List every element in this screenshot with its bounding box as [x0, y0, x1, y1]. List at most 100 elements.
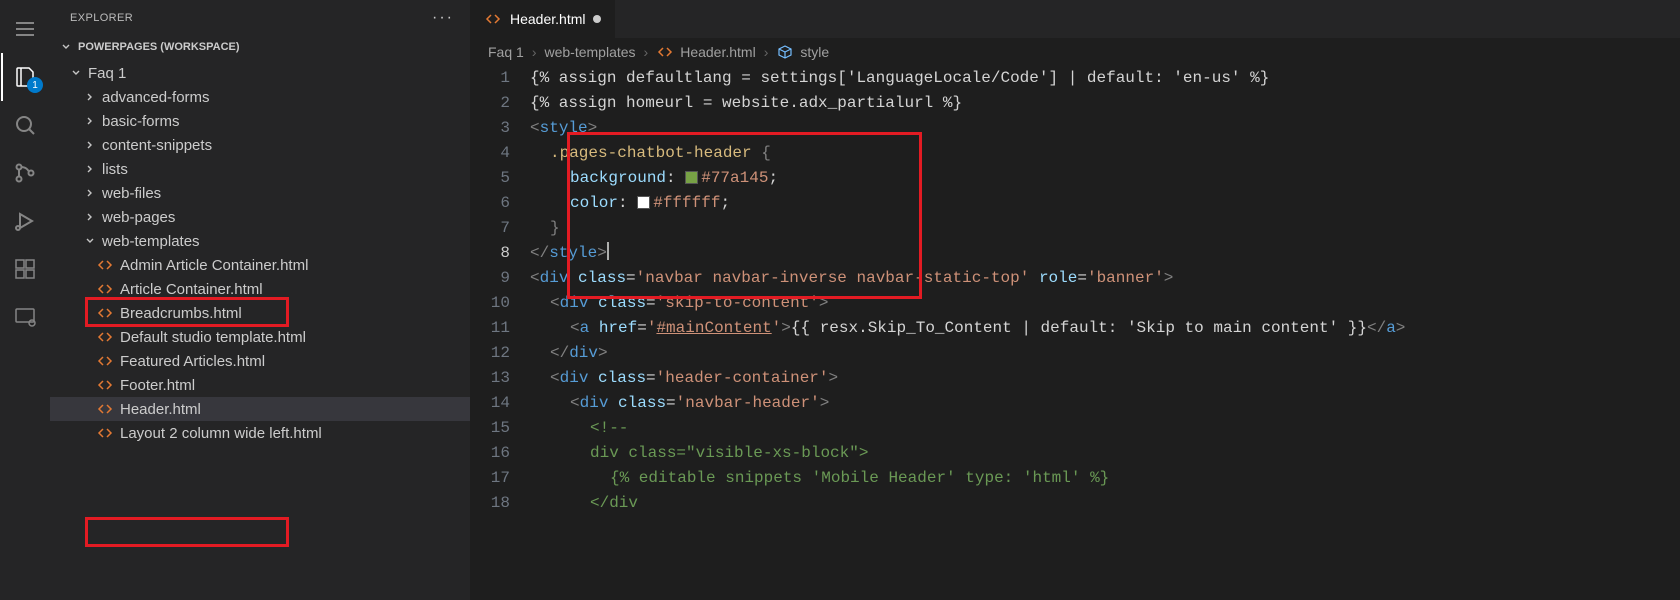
tree-item-label: lists — [102, 161, 128, 178]
run-debug-icon[interactable] — [1, 197, 49, 245]
tree-item-label: Default studio template.html — [120, 329, 306, 346]
line-number: 6 — [470, 191, 510, 216]
file-code-icon — [96, 328, 114, 346]
activity-bar: 1 — [0, 0, 50, 600]
line-number: 17 — [470, 466, 510, 491]
workspace-section-label: POWERPAGES (WORKSPACE) — [78, 41, 240, 53]
tab-label: Header.html — [510, 11, 585, 27]
tree-item-label: web-files — [102, 185, 161, 202]
file-code-icon — [96, 256, 114, 274]
chevron-right-icon — [82, 89, 98, 105]
tree-file[interactable]: Featured Articles.html — [50, 349, 470, 373]
file-code-icon — [484, 10, 502, 28]
tree-file[interactable]: Article Container.html — [50, 277, 470, 301]
file-code-icon — [96, 424, 114, 442]
line-number: 10 — [470, 291, 510, 316]
workspace-section-header[interactable]: POWERPAGES (WORKSPACE) — [50, 35, 470, 59]
line-number: 16 — [470, 441, 510, 466]
chevron-right-icon: › — [532, 44, 537, 60]
tree-file[interactable]: Admin Article Container.html — [50, 253, 470, 277]
tree-folder[interactable]: content-snippets — [50, 133, 470, 157]
line-number: 13 — [470, 366, 510, 391]
explorer-badge: 1 — [27, 77, 43, 93]
tree-item-label: basic-forms — [102, 113, 180, 130]
editor-area: Header.html Faq 1 › web-templates › Head… — [470, 0, 1680, 600]
explorer-panel: EXPLORER ··· POWERPAGES (WORKSPACE) Faq … — [50, 0, 470, 600]
tree-item-label: Layout 2 column wide left.html — [120, 425, 322, 442]
line-gutter: 123456789101112131415161718 — [470, 66, 530, 600]
block-icon — [776, 43, 794, 61]
file-code-icon — [96, 400, 114, 418]
remote-icon[interactable] — [1, 293, 49, 341]
line-number: 14 — [470, 391, 510, 416]
chevron-right-icon — [82, 113, 98, 129]
tree-folder[interactable]: basic-forms — [50, 109, 470, 133]
file-code-icon — [96, 304, 114, 322]
tree-item-label: Admin Article Container.html — [120, 257, 308, 274]
chevron-down-icon — [82, 233, 98, 249]
chevron-right-icon — [82, 209, 98, 225]
tree-item-label: Featured Articles.html — [120, 353, 265, 370]
text-cursor — [607, 242, 609, 260]
explorer-more-icon[interactable]: ··· — [432, 9, 454, 27]
tree-item-label: advanced-forms — [102, 89, 210, 106]
tree-item-label: Breadcrumbs.html — [120, 305, 242, 322]
file-tree: Faq 1 advanced-forms basic-forms content-sn… — [50, 59, 470, 600]
file-code-icon — [96, 352, 114, 370]
tree-file[interactable]: Footer.html — [50, 373, 470, 397]
file-code-icon — [656, 43, 674, 61]
search-icon[interactable] — [1, 101, 49, 149]
tree-folder[interactable]: Faq 1 — [50, 61, 470, 85]
tree-item-label: web-pages — [102, 209, 175, 226]
tab-header-html[interactable]: Header.html — [470, 0, 616, 38]
editor-tabs: Header.html — [470, 0, 1680, 38]
chevron-right-icon — [82, 161, 98, 177]
line-number: 12 — [470, 341, 510, 366]
tree-item-label: Header.html — [120, 401, 201, 418]
line-number: 4 — [470, 141, 510, 166]
explorer-icon[interactable]: 1 — [1, 53, 49, 101]
line-number: 1 — [470, 66, 510, 91]
line-number: 7 — [470, 216, 510, 241]
tree-file[interactable]: Default studio template.html — [50, 325, 470, 349]
chevron-down-icon — [58, 39, 74, 55]
line-number: 5 — [470, 166, 510, 191]
line-number: 15 — [470, 416, 510, 441]
code-lines: {% assign defaultlang = settings['Langua… — [530, 66, 1680, 600]
extensions-icon[interactable] — [1, 245, 49, 293]
chevron-right-icon — [82, 137, 98, 153]
line-number: 9 — [470, 266, 510, 291]
breadcrumb[interactable]: Faq 1 › web-templates › Header.html › st… — [470, 38, 1680, 66]
tree-item-label: content-snippets — [102, 137, 212, 154]
tree-folder[interactable]: lists — [50, 157, 470, 181]
tree-file[interactable]: Breadcrumbs.html — [50, 301, 470, 325]
code-editor[interactable]: 123456789101112131415161718 {% assign de… — [470, 66, 1680, 600]
tree-item-label: Footer.html — [120, 377, 195, 394]
chevron-right-icon: › — [644, 44, 649, 60]
tree-folder[interactable]: web-pages — [50, 205, 470, 229]
line-number: 8 — [470, 241, 510, 266]
crumb-3[interactable]: style — [776, 43, 829, 61]
crumb-2[interactable]: Header.html — [656, 43, 755, 61]
crumb-0[interactable]: Faq 1 — [488, 44, 524, 60]
crumb-1[interactable]: web-templates — [544, 44, 635, 60]
explorer-header: EXPLORER ··· — [50, 0, 470, 35]
tree-folder[interactable]: advanced-forms — [50, 85, 470, 109]
source-control-icon[interactable] — [1, 149, 49, 197]
explorer-title: EXPLORER — [70, 12, 133, 24]
file-code-icon — [96, 376, 114, 394]
chevron-down-icon — [68, 65, 84, 81]
chevron-right-icon — [82, 185, 98, 201]
tree-file[interactable]: Header.html — [50, 397, 470, 421]
line-number: 3 — [470, 116, 510, 141]
tree-item-label: web-templates — [102, 233, 200, 250]
tree-item-label: Faq 1 — [88, 65, 126, 82]
tree-folder[interactable]: web-templates — [50, 229, 470, 253]
tree-folder[interactable]: web-files — [50, 181, 470, 205]
tree-file[interactable]: Layout 2 column wide left.html — [50, 421, 470, 445]
dirty-indicator-icon — [593, 15, 601, 23]
line-number: 18 — [470, 491, 510, 516]
chevron-right-icon: › — [764, 44, 769, 60]
line-number: 2 — [470, 91, 510, 116]
menu-icon[interactable] — [1, 5, 49, 53]
